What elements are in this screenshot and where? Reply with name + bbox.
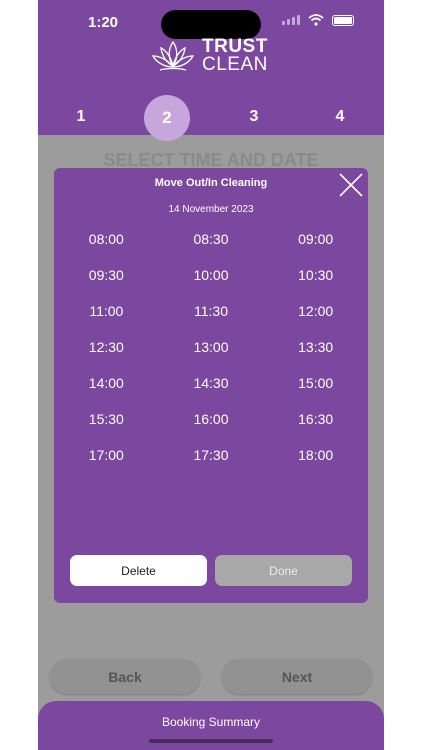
modal-title: Move Out/In Cleaning [154, 177, 268, 189]
time-slot[interactable]: 17:00 [54, 446, 159, 464]
time-slot-grid: 08:00 08:30 09:00 09:30 10:00 10:30 11:00 11:30… [54, 230, 368, 464]
time-slot[interactable]: 13:00 [159, 338, 264, 356]
lotus-icon [151, 40, 195, 71]
battery-icon [332, 14, 354, 26]
step-2-active[interactable]: 2 [144, 95, 190, 141]
time-picker-modal: Move Out/In Cleaning 14 November 2023 08… [54, 168, 368, 603]
brand-line2: CLEAN [202, 54, 268, 75]
brand-logo: TRUST CLEAN [150, 37, 268, 75]
next-button[interactable]: Next [222, 659, 372, 694]
time-slot[interactable]: 10:00 [159, 266, 264, 284]
time-slot[interactable]: 17:30 [159, 446, 264, 464]
time-slot[interactable]: 14:00 [54, 374, 159, 392]
time-slot[interactable]: 16:00 [159, 410, 264, 428]
time-slot[interactable]: 12:30 [54, 338, 159, 356]
wifi-icon [308, 14, 324, 26]
time-slot[interactable]: 16:30 [263, 410, 368, 428]
back-button[interactable]: Back [50, 659, 200, 694]
time-slot[interactable]: 11:00 [54, 302, 159, 320]
time-slot[interactable]: 13:30 [263, 338, 368, 356]
step-4[interactable]: 4 [330, 108, 350, 126]
close-icon[interactable] [338, 172, 364, 198]
app-screen: 1:20 TRUST CLEAN 1 2 3 4 SELECT TIME AND… [38, 0, 384, 750]
selected-date: 14 November 2023 [168, 204, 254, 215]
step-indicator: 1 2 3 4 [38, 95, 384, 141]
time-slot[interactable]: 08:00 [54, 230, 159, 248]
status-icons [282, 14, 354, 26]
dynamic-island [161, 10, 261, 39]
status-time: 1:20 [88, 14, 119, 31]
time-slot[interactable]: 09:30 [54, 266, 159, 284]
header: 1:20 TRUST CLEAN 1 2 3 4 [38, 0, 384, 141]
time-slot[interactable]: 10:30 [263, 266, 368, 284]
time-slot[interactable]: 11:30 [159, 302, 264, 320]
time-slot[interactable]: 14:30 [159, 374, 264, 392]
time-slot[interactable]: 15:30 [54, 410, 159, 428]
time-slot[interactable]: 18:00 [263, 446, 368, 464]
time-slot[interactable]: 09:00 [263, 230, 368, 248]
time-slot[interactable]: 08:30 [159, 230, 264, 248]
delete-button[interactable]: Delete [70, 555, 207, 586]
home-indicator [149, 739, 273, 743]
booking-summary-label: Booking Summary [161, 715, 261, 729]
step-3[interactable]: 3 [244, 108, 264, 126]
done-button[interactable]: Done [215, 555, 352, 586]
signal-icon [282, 15, 300, 25]
step-1[interactable]: 1 [71, 108, 91, 126]
time-slot[interactable]: 15:00 [263, 374, 368, 392]
time-slot[interactable]: 12:00 [263, 302, 368, 320]
